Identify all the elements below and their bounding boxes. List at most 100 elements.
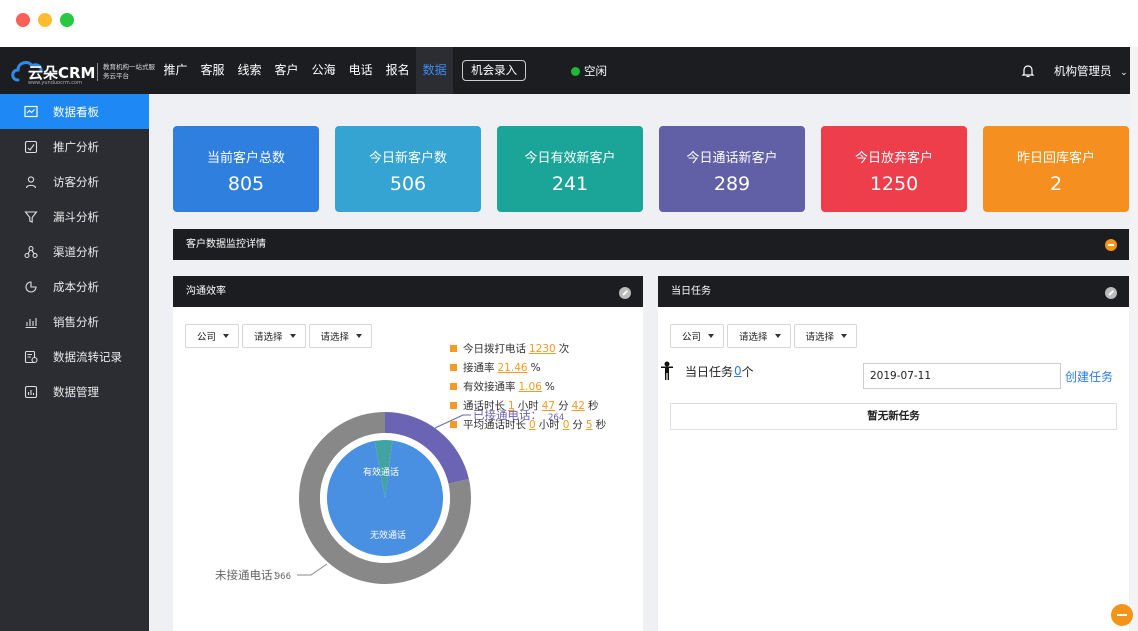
stat-hours[interactable]: 1 [508, 400, 515, 412]
stat-connect-rate: 接通率 21.46% [450, 358, 606, 377]
sidebar-item-data-flow-record[interactable]: 数据流转记录 [0, 339, 149, 374]
status-label: 空闲 [584, 64, 607, 78]
collapse-icon[interactable] [1105, 239, 1117, 251]
sidebar-item-cost-analysis[interactable]: 成本分析 [0, 269, 149, 304]
person-icon [661, 361, 673, 380]
window-edge [1130, 47, 1138, 631]
stat-card-abandoned-customers[interactable]: 今日放弃客户 1250 [821, 126, 967, 212]
sales-icon [25, 318, 37, 329]
app-window: 云朵CRM www.yunduocrm.com 教育机构一站式服务云平台 推广 … [0, 0, 1138, 631]
stat-card-value: 506 [389, 173, 427, 195]
caret-down-icon [774, 334, 781, 338]
stat-card-returned-customers[interactable]: 昨日回库客户 2 [983, 126, 1129, 212]
caret-down-icon [708, 334, 715, 338]
sidebar-item-dashboard[interactable]: 数据看板 [0, 94, 149, 129]
sidebar-item-funnel-analysis[interactable]: 漏斗分析 [0, 199, 149, 234]
stat-card-value: 2 [1049, 173, 1063, 195]
stat-seconds[interactable]: 5 [586, 419, 593, 431]
close-window-button[interactable] [16, 13, 30, 27]
stat-card-valid-new-customers[interactable]: 今日有效新客户 241 [497, 126, 643, 212]
stat-value[interactable]: 1230 [529, 343, 556, 355]
stat-unit: 小时 [538, 419, 560, 431]
company-select[interactable]: 公司 [670, 324, 725, 348]
call-stats-list: 今日拨打电话 1230 次 接通率 21.46% 有效接通率 1.06% 通话时长 1 小时… [450, 339, 606, 434]
today-task-count[interactable]: 0 [734, 364, 742, 378]
main-content: 当前客户总数 805 今日新客户数 506 今日有效新客户 241 今日通话新客… [149, 94, 1130, 631]
sidebar-item-label: 销售分析 [53, 314, 99, 329]
stat-card-title: 当前客户总数 [206, 151, 285, 166]
stat-value[interactable]: 21.46 [498, 362, 528, 374]
stat-card-title: 今日通话新客户 [686, 151, 778, 166]
sidebar-item-label: 访客分析 [53, 174, 99, 189]
sidebar-item-label: 渠道分析 [53, 244, 99, 259]
stat-card-call-new-customers[interactable]: 今日通话新客户 289 [659, 126, 805, 212]
nav-item-phone[interactable]: 电话 [342, 47, 379, 94]
agent-status[interactable]: 空闲 [571, 63, 607, 79]
stat-card-value: 289 [713, 173, 751, 195]
caret-down-icon [841, 334, 848, 338]
stat-minutes[interactable]: 0 [563, 419, 570, 431]
stat-seconds[interactable]: 42 [572, 400, 585, 412]
stat-card-title: 今日有效新客户 [524, 151, 616, 166]
stat-hours[interactable]: 0 [529, 419, 536, 431]
stat-card-title: 昨日回库客户 [1016, 151, 1095, 166]
stat-card-new-customers[interactable]: 今日新客户数 506 [335, 126, 481, 212]
empty-task-message: 暂无新任务 [670, 403, 1117, 430]
sidebar-item-channel-analysis[interactable]: 渠道分析 [0, 234, 149, 269]
stat-label: 有效接通率 [463, 381, 516, 393]
chart-check-icon [24, 140, 38, 154]
expand-icon[interactable] [1105, 287, 1117, 299]
create-task-link[interactable]: 创建任务 [1065, 368, 1113, 385]
floating-collapse-button[interactable] [1111, 604, 1133, 626]
nav-item-data[interactable]: 数据 [416, 47, 454, 94]
sidebar-item-data-management[interactable]: 数据管理 [0, 374, 149, 409]
legend-square [450, 345, 457, 352]
sidebar-item-visitor-analysis[interactable]: 访客分析 [0, 164, 149, 199]
status-dot [571, 66, 580, 76]
comm-panel-title: 沟通效率 [186, 286, 226, 297]
nav-item-leads[interactable]: 线索 [231, 47, 268, 94]
monitor-header: 客户数据监控详情 [173, 229, 1129, 260]
maximize-window-button[interactable] [60, 13, 74, 27]
legend-square [450, 364, 457, 371]
sidebar-item-label: 成本分析 [53, 279, 99, 294]
nav-item-customers[interactable]: 客户 [268, 47, 305, 94]
stat-value[interactable]: 1.06 [519, 381, 542, 393]
sidebar-item-promotion-analysis[interactable]: 推广分析 [0, 129, 149, 164]
stat-card-total-customers[interactable]: 当前客户总数 805 [173, 126, 319, 212]
stat-card-value: 805 [227, 173, 265, 195]
select-value: 请选择 [805, 332, 835, 343]
stat-label: 通话时长 [463, 400, 505, 412]
pie-label-valid: 有效通话 [363, 466, 399, 478]
app-logo[interactable]: 云朵CRM www.yunduocrm.com 教育机构一站式服务云平台 [10, 55, 155, 87]
stat-label: 今日拨打电话 [463, 343, 526, 355]
stat-avg-duration: 平均通话时长 0 小时 0 分 5 秒 [450, 415, 606, 434]
nav-item-public-pool[interactable]: 公海 [305, 47, 342, 94]
nav-item-service[interactable]: 客服 [194, 47, 231, 94]
stat-unit: 小时 [517, 400, 539, 412]
bell-icon[interactable] [1020, 63, 1036, 79]
select-value: 公司 [682, 332, 702, 343]
legend-square [450, 402, 457, 409]
nav-item-enroll[interactable]: 报名 [379, 47, 416, 94]
sidebar-item-sales-analysis[interactable]: 销售分析 [0, 304, 149, 339]
stat-unit: % [530, 361, 541, 374]
main-nav: 推广 客服 线索 客户 公海 电话 报名 数据 机会录入 [157, 47, 527, 94]
nav-item-promotion[interactable]: 推广 [157, 47, 194, 94]
filter-select-1[interactable]: 请选择 [727, 324, 791, 348]
top-navbar: 云朵CRM www.yunduocrm.com 教育机构一站式服务云平台 推广 … [0, 47, 1130, 94]
task-date-input[interactable]: 2019-07-11 [863, 363, 1061, 389]
data-manage-icon [24, 385, 38, 399]
stat-minutes[interactable]: 47 [542, 400, 555, 412]
user-menu[interactable]: 机构管理员 ⌄ [1054, 63, 1128, 79]
minimize-window-button[interactable] [38, 13, 52, 27]
leader-line-unconnected [297, 563, 328, 576]
logo-url: www.yunduocrm.com [28, 80, 82, 86]
stat-card-value: 1250 [869, 173, 919, 195]
filter-select-2[interactable]: 请选择 [793, 324, 858, 348]
expand-icon[interactable] [619, 287, 631, 299]
sidebar-item-label: 数据看板 [53, 104, 99, 119]
today-task-label: 当日任务 [685, 364, 734, 379]
stat-label: 平均通话时长 [463, 419, 526, 431]
opportunity-entry-button[interactable]: 机会录入 [462, 60, 527, 81]
